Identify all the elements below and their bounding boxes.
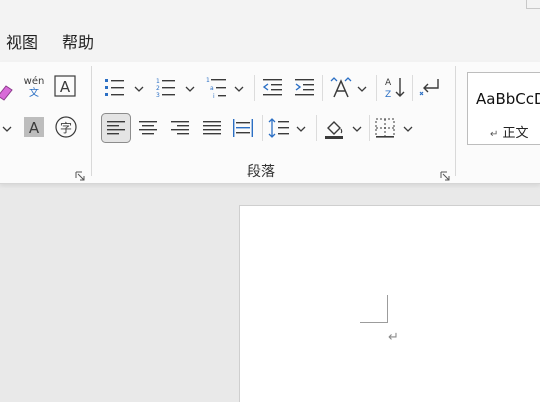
style-gallery-normal[interactable]: AaBbCcDd ↵ 正文: [467, 72, 540, 145]
svg-text:wén: wén: [24, 75, 45, 87]
sort-icon[interactable]: A Z: [383, 75, 407, 99]
chevron-down-icon[interactable]: [352, 124, 362, 134]
separator: [369, 115, 370, 141]
chinese-layout-icon[interactable]: [329, 75, 353, 99]
font-dialog-launcher-icon[interactable]: [75, 166, 85, 181]
svg-text:a: a: [210, 85, 214, 92]
multilevel-list-icon[interactable]: 1 a i: [205, 75, 229, 99]
style-name: 正文: [502, 126, 529, 141]
chevron-down-icon[interactable]: [234, 84, 244, 94]
svg-text:1: 1: [156, 78, 160, 85]
svg-text:A: A: [60, 78, 71, 96]
clear-formatting-icon[interactable]: [0, 76, 20, 104]
shading-paint-bucket-icon[interactable]: [322, 116, 346, 140]
separator: [322, 75, 323, 101]
chevron-down-icon[interactable]: [403, 124, 413, 134]
style-name-label: ↵ 正文: [490, 122, 529, 141]
margin-corner-mark: [360, 295, 388, 323]
paragraph-group-label: 段落: [247, 164, 275, 180]
svg-text:2: 2: [156, 85, 160, 92]
chevron-down-icon[interactable]: [296, 124, 306, 134]
chevron-down-icon[interactable]: [2, 124, 12, 134]
tab-view[interactable]: 视图: [6, 29, 38, 53]
chevron-down-icon[interactable]: [134, 84, 144, 94]
svg-text:Z: Z: [385, 90, 391, 99]
numbering-icon[interactable]: 1 2 3: [154, 75, 178, 99]
tab-help[interactable]: 帮助: [62, 29, 94, 53]
bullets-icon[interactable]: [103, 75, 127, 99]
svg-text:i: i: [213, 93, 215, 99]
chevron-down-icon[interactable]: [357, 84, 367, 94]
character-border-icon[interactable]: A: [53, 74, 77, 98]
style-sample-text: AaBbCcDd: [476, 90, 540, 108]
distributed-align-icon[interactable]: [231, 116, 255, 140]
svg-text:A: A: [29, 119, 40, 137]
separator: [376, 75, 377, 101]
menu-bar: 视图 帮助: [0, 0, 540, 62]
svg-text:3: 3: [156, 92, 160, 99]
line-spacing-icon[interactable]: [267, 116, 291, 140]
paragraph-mark-icon: ↵: [388, 330, 399, 345]
paragraph-dialog-launcher-icon[interactable]: [440, 166, 450, 181]
paragraph-mark-icon: ↵: [490, 129, 499, 140]
borders-icon[interactable]: [373, 116, 397, 140]
align-left-button[interactable]: [101, 113, 131, 143]
enclose-characters-icon[interactable]: 字: [54, 115, 78, 139]
separator: [412, 75, 413, 101]
window-control-fragment: [526, 0, 540, 9]
svg-text:文: 文: [29, 86, 39, 99]
chevron-down-icon[interactable]: [185, 84, 195, 94]
increase-indent-icon[interactable]: [293, 75, 317, 99]
separator: [254, 75, 255, 101]
phonetic-guide-icon[interactable]: wén 文: [21, 74, 47, 100]
group-separator: [455, 66, 456, 176]
decrease-indent-icon[interactable]: [261, 75, 285, 99]
align-right-icon[interactable]: [168, 116, 192, 140]
character-shading-icon[interactable]: A: [22, 115, 46, 139]
ribbon: wén 文 A A 字 1 2 3 1 a i A Z 段落 AaBbCcD ↵…: [0, 62, 540, 184]
svg-text:字: 字: [60, 120, 72, 135]
svg-text:A: A: [385, 78, 392, 88]
svg-text:1: 1: [206, 77, 210, 84]
justify-icon[interactable]: [200, 116, 224, 140]
document-page[interactable]: ↵: [239, 205, 540, 402]
group-separator: [91, 66, 92, 176]
separator: [262, 115, 263, 141]
show-formatting-marks-icon[interactable]: [418, 75, 442, 99]
align-center-icon[interactable]: [136, 116, 160, 140]
separator: [316, 115, 317, 141]
